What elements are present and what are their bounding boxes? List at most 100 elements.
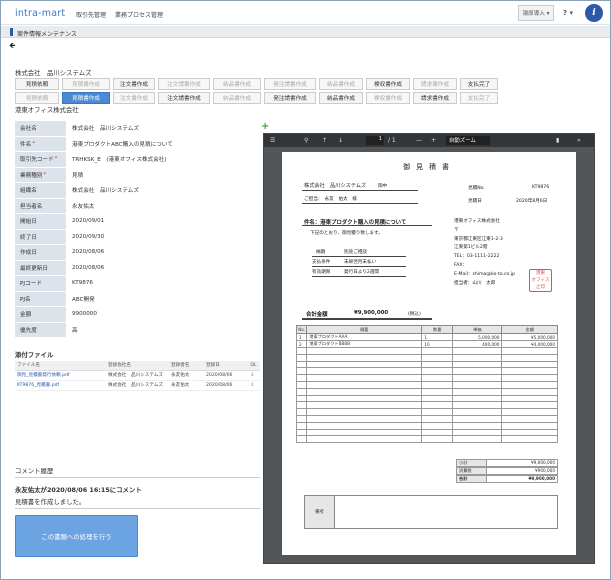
- file-company: 株式会社 品川システムズ: [106, 370, 169, 381]
- workflow-button[interactable]: 支払完了: [460, 78, 498, 90]
- download-icon[interactable]: ⇩: [248, 370, 260, 381]
- item-cell: [295, 387, 308, 396]
- company-name-1: 株式会社 品川システムズ: [15, 69, 92, 77]
- item-row: [295, 394, 558, 403]
- info-icon[interactable]: i: [585, 4, 603, 22]
- back-arrow-icon[interactable]: 🡸: [9, 40, 16, 54]
- item-cell: [421, 347, 454, 355]
- form-row: 金額 9900000: [15, 307, 260, 323]
- pdf-underline: [312, 276, 406, 277]
- item-cell: [421, 394, 454, 403]
- form-label-text: 金額: [20, 312, 32, 319]
- table-row: KT9876_見積書.pdf 株式会社 品川システムズ 永友佑太 2020/08…: [15, 380, 260, 391]
- item-cell: [421, 421, 454, 430]
- pdf-viewer: ☰ ⚲ ↑ ↓ 1 / 1 — + 自動ズーム ▮ » 御見積書 株式会社 品川…: [263, 133, 595, 564]
- bookmark-icon[interactable]: ▮: [556, 137, 559, 144]
- pdf-toolbar: ☰ ⚲ ↑ ↓ 1 / 1 — + 自動ズーム ▮ »: [264, 134, 594, 147]
- item-cell: 5,000,000: [452, 333, 503, 341]
- item-cell: [501, 387, 558, 396]
- item-cell: [501, 414, 558, 423]
- file-link[interactable]: KT9876_見積書.pdf: [15, 380, 106, 391]
- workflow-button[interactable]: 見積依頼: [15, 78, 59, 90]
- item-row: [295, 414, 558, 423]
- sidebar-toggle-icon[interactable]: ☰: [270, 137, 275, 144]
- item-row: [295, 435, 558, 444]
- col-header-filename: ファイル名: [15, 361, 106, 371]
- item-cell: [421, 408, 454, 416]
- form-row: 優先度 高: [15, 322, 260, 338]
- workflow-button: 発注請書作成: [264, 78, 316, 90]
- item-cell: [295, 428, 308, 437]
- page-titlebar: 案件情報メンテナンス: [1, 26, 610, 38]
- workflow-button[interactable]: 請求書作成: [413, 92, 457, 104]
- user-menu-button[interactable]: 湯原導入 ▾: [518, 5, 554, 21]
- next-page-icon[interactable]: ↓: [338, 137, 343, 144]
- item-cell: [452, 353, 503, 362]
- item-cell: [306, 380, 423, 389]
- item-cell: [501, 380, 558, 389]
- workflow-button: 請求書作成: [413, 78, 457, 90]
- divider: [15, 477, 260, 478]
- form-value: 見積: [66, 167, 260, 182]
- workflow-button[interactable]: 納品書作成: [319, 92, 363, 104]
- workflow-button: 見積書作成: [62, 78, 110, 90]
- workflow-button[interactable]: 見積書作成: [62, 92, 110, 104]
- workflow-button[interactable]: 発注請書作成: [264, 92, 316, 104]
- prev-page-icon[interactable]: ↑: [322, 137, 327, 144]
- item-cell: [295, 394, 308, 403]
- add-icon[interactable]: +: [261, 121, 269, 132]
- workflow-button[interactable]: 注文請書作成: [158, 92, 210, 104]
- item-cell: [501, 353, 558, 362]
- nav-item-process[interactable]: 業務プロセス管理: [115, 10, 163, 19]
- item-cell: [452, 421, 503, 430]
- item-cell: [452, 380, 503, 389]
- zoom-select[interactable]: 自動ズーム: [446, 136, 490, 145]
- item-row: [295, 347, 558, 355]
- item-cell: [501, 428, 558, 437]
- item-cell: [306, 360, 423, 369]
- item-col-price: 単価: [452, 325, 503, 334]
- item-cell: 1: [421, 333, 454, 341]
- item-cell: [421, 435, 454, 444]
- nav-item-partners[interactable]: 取引先管理: [76, 10, 106, 19]
- workflow-button: 納品書作成: [213, 92, 261, 104]
- item-row: [295, 374, 558, 382]
- zoom-in-icon[interactable]: +: [431, 137, 436, 144]
- item-cell: [306, 353, 423, 362]
- item-cell: [306, 367, 423, 376]
- zoom-out-icon[interactable]: —: [416, 137, 422, 144]
- workflow-button[interactable]: 注文書作成: [113, 78, 155, 90]
- item-cell: [306, 428, 423, 437]
- item-cell: [501, 421, 558, 430]
- required-mark: *: [32, 140, 35, 147]
- file-link[interactable]: 御見_見積書発行依頼.pdf: [15, 370, 106, 381]
- item-cell: [501, 401, 558, 410]
- form-value: ABC開発: [66, 291, 260, 306]
- pdf-term-value: 発行日より2週間: [344, 270, 379, 275]
- workflow-button[interactable]: 検収書作成: [366, 78, 410, 90]
- more-tools-icon[interactable]: »: [577, 137, 581, 144]
- pdf-honorific: 御中: [378, 184, 388, 189]
- download-icon[interactable]: ⇩: [248, 380, 260, 391]
- item-cell: [501, 394, 558, 403]
- subtotal-label: 小計: [457, 460, 487, 466]
- form-label-text: 作成日: [20, 250, 37, 257]
- form-value: 2020/08/06: [66, 245, 260, 260]
- form-label: 最終更新日: [15, 260, 66, 275]
- item-cell: [501, 374, 558, 382]
- form-label-text: 担当者名: [20, 203, 43, 210]
- item-cell: [452, 374, 503, 382]
- process-document-button[interactable]: この書類への処理を行う: [15, 515, 138, 557]
- col-header-user: 登録者名: [169, 361, 204, 371]
- item-cell: [306, 374, 423, 382]
- help-menu-button[interactable]: ? ▾: [557, 5, 579, 21]
- form-row: PJコード KT9876: [15, 276, 260, 292]
- item-cell: [421, 401, 454, 410]
- pdf-issuer-line: 江東第1ビル2階: [454, 245, 488, 250]
- item-cell: [306, 347, 423, 355]
- page-number-input[interactable]: 1: [366, 136, 384, 145]
- pdf-date-value: 2020年8月6日: [516, 199, 548, 204]
- app-logo[interactable]: intra-mart: [15, 8, 65, 19]
- search-icon[interactable]: ⚲: [304, 137, 308, 144]
- item-cell: [452, 360, 503, 369]
